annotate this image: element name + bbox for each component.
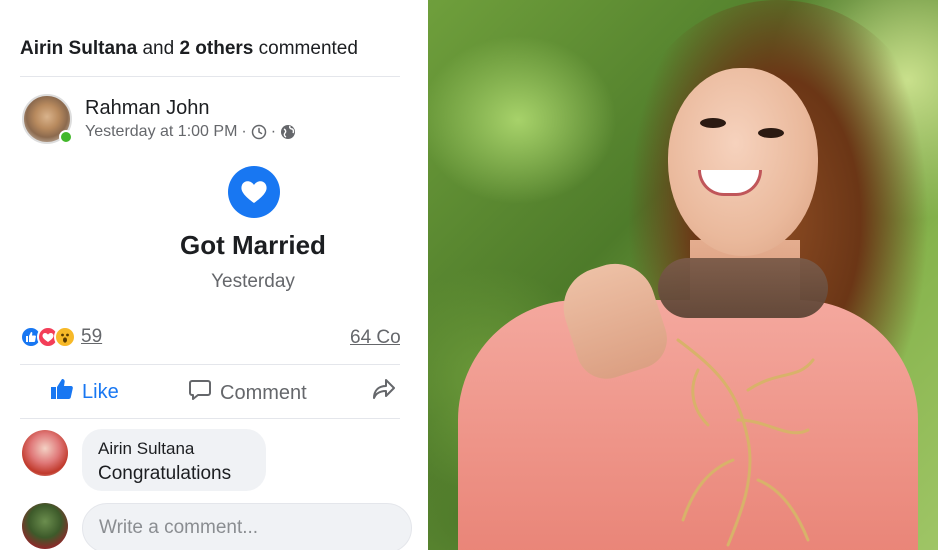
write-comment-input[interactable] — [82, 503, 412, 550]
comment-bubble-icon — [188, 378, 212, 408]
comment-notification-bar[interactable]: Airin Sultana and 2 others commented — [20, 38, 400, 60]
comment-bubble: Airin Sultana Congratulations — [82, 429, 266, 491]
facebook-post-panel: Airin Sultana and 2 others commented Rah… — [0, 0, 420, 550]
globe-icon — [280, 124, 296, 140]
gold-embroidery — [676, 338, 815, 547]
post-meta: Yesterday at 1:00 PM · · — [85, 123, 296, 141]
commenter-name[interactable]: Airin Sultana — [20, 38, 137, 59]
scarf-shape — [658, 258, 828, 318]
comment-text: Congratulations — [98, 463, 232, 484]
portrait-photo — [428, 0, 938, 550]
life-event-title: Got Married — [180, 230, 326, 260]
wow-reaction-icon — [54, 326, 76, 348]
divider — [20, 76, 400, 77]
meta-separator: · — [241, 123, 247, 140]
clock-icon — [251, 124, 267, 140]
like-button[interactable]: Like — [50, 378, 119, 406]
reaction-count[interactable]: 59 — [81, 326, 102, 348]
image-divider — [420, 0, 428, 550]
life-event-heart-icon — [228, 166, 280, 218]
comment-button[interactable]: Comment — [188, 378, 307, 408]
post-action-bar: Like Comment — [20, 372, 400, 416]
comments-count-link[interactable]: 64 Co — [350, 327, 400, 349]
like-label: Like — [82, 380, 119, 403]
divider — [20, 364, 400, 365]
life-event-date: Yesterday — [211, 271, 295, 292]
share-arrow-icon — [372, 378, 396, 406]
face-shape — [668, 68, 818, 256]
left-eye — [700, 118, 726, 128]
meta-separator: · — [270, 123, 277, 140]
action-text: commented — [258, 38, 358, 59]
right-eye — [758, 128, 784, 138]
comment-label: Comment — [220, 381, 307, 404]
share-button[interactable] — [372, 378, 396, 406]
post-timestamp[interactable]: Yesterday at 1:00 PM — [85, 123, 237, 141]
connector-text: and — [142, 38, 175, 59]
commenter-avatar[interactable] — [22, 430, 68, 476]
others-count[interactable]: 2 others — [179, 38, 253, 59]
divider — [20, 418, 400, 419]
reactions-summary[interactable]: 59 — [20, 326, 102, 348]
online-status-indicator — [59, 130, 73, 144]
comment-author-name[interactable]: Airin Sultana — [98, 439, 250, 459]
current-user-avatar[interactable] — [22, 503, 68, 549]
thumbs-up-icon — [50, 378, 74, 406]
post-author-name[interactable]: Rahman John — [85, 97, 210, 120]
